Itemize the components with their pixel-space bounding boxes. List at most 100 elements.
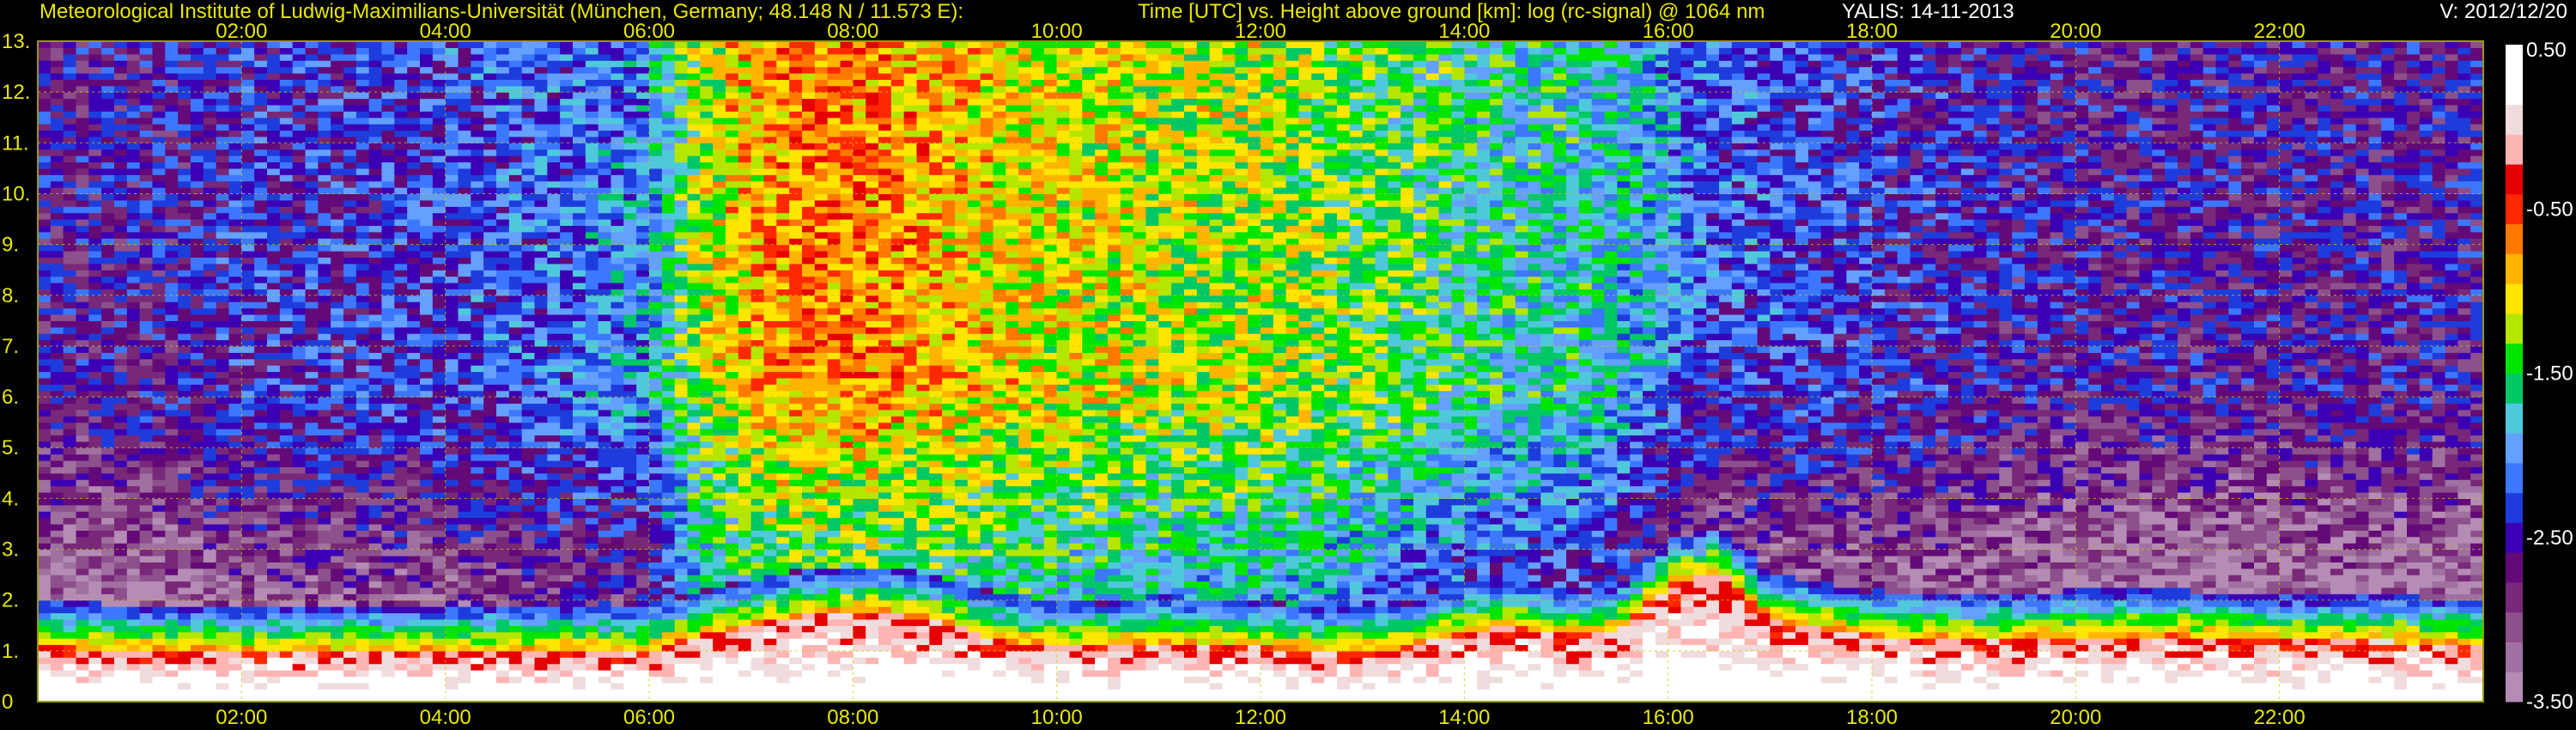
- heatmap-cell: [101, 441, 115, 448]
- heatmap-cell: [203, 352, 217, 360]
- heatmap-cell: [534, 206, 548, 214]
- heatmap-cell: [483, 53, 497, 61]
- heatmap-cell: [101, 174, 115, 182]
- heatmap-cell: [560, 663, 574, 671]
- heatmap-cell: [636, 447, 650, 455]
- heatmap-cell: [292, 543, 307, 551]
- heatmap-cell: [191, 523, 204, 531]
- heatmap-cell: [623, 47, 637, 55]
- heatmap-cell: [636, 333, 650, 341]
- heatmap-cell: [420, 180, 434, 188]
- heatmap-cell: [394, 289, 408, 296]
- heatmap-cell: [394, 390, 408, 398]
- heatmap-cell: [267, 313, 281, 321]
- heatmap-cell: [241, 663, 255, 671]
- heatmap-cell: [407, 193, 421, 201]
- heatmap-cell: [114, 301, 128, 309]
- heatmap-cell: [241, 575, 255, 582]
- heatmap-cell: [203, 295, 217, 302]
- heatmap-cell: [228, 599, 242, 607]
- heatmap-cell: [152, 276, 166, 283]
- heatmap-cell: [267, 498, 281, 506]
- heatmap-cell: [534, 149, 548, 156]
- heatmap-cell: [165, 441, 179, 448]
- heatmap-cell: [483, 320, 497, 328]
- heatmap-cell: [254, 657, 268, 665]
- heatmap-cell: [355, 187, 370, 195]
- heatmap-cell: [88, 631, 102, 639]
- heatmap-cell: [445, 575, 459, 582]
- heatmap-cell: [178, 219, 191, 227]
- heatmap-cell: [355, 409, 370, 417]
- heatmap-cell: [560, 441, 574, 448]
- heatmap-cell: [114, 339, 128, 347]
- heatmap-cell: [458, 251, 471, 258]
- heatmap-cell: [88, 149, 102, 156]
- heatmap-cell: [521, 517, 536, 525]
- heatmap-cell: [101, 530, 115, 538]
- heatmap-cell: [343, 225, 357, 233]
- heatmap-cell: [228, 92, 242, 100]
- heatmap-cell: [114, 638, 128, 646]
- heatmap-cell: [623, 562, 637, 569]
- heatmap-cell: [305, 466, 319, 474]
- heatmap-cell: [573, 409, 586, 417]
- heatmap-cell: [560, 92, 574, 100]
- heatmap-cell: [279, 479, 294, 487]
- heatmap-cell: [458, 606, 471, 614]
- heatmap-cell: [50, 549, 64, 557]
- heatmap-cell: [496, 339, 510, 347]
- heatmap-cell: [178, 174, 191, 182]
- heatmap-cell: [216, 295, 230, 302]
- heatmap-cell: [88, 339, 102, 347]
- heatmap-cell: [611, 187, 624, 195]
- heatmap-cell: [165, 92, 179, 100]
- heatmap-cell: [496, 498, 510, 506]
- heatmap-cell: [573, 479, 586, 487]
- heatmap-cell: [114, 682, 128, 690]
- heatmap-cell: [368, 130, 383, 137]
- heatmap-cell: [343, 187, 357, 195]
- heatmap-cell: [114, 575, 128, 582]
- heatmap-cell: [432, 568, 447, 575]
- heatmap-cell: [292, 453, 307, 461]
- heatmap-cell: [483, 599, 497, 607]
- heatmap-cell: [355, 301, 370, 309]
- heatmap-cell: [534, 199, 548, 207]
- heatmap-cell: [139, 491, 154, 499]
- heatmap-cell: [203, 575, 217, 582]
- heatmap-cell: [432, 638, 447, 646]
- heatmap-cell: [636, 180, 650, 188]
- heatmap-cell: [496, 638, 510, 646]
- heatmap-cell: [101, 435, 115, 442]
- heatmap-cell: [139, 682, 154, 690]
- heatmap-cell: [305, 485, 319, 493]
- heatmap-cell: [139, 650, 154, 658]
- heatmap-cell: [318, 219, 331, 227]
- heatmap-cell: [305, 358, 319, 366]
- heatmap-cell: [508, 460, 523, 468]
- heatmap-cell: [139, 320, 154, 328]
- heatmap-cell: [355, 326, 370, 334]
- heatmap-cell: [216, 333, 230, 341]
- heatmap-cell: [114, 60, 128, 68]
- heatmap-cell: [254, 562, 268, 569]
- heatmap-cell: [623, 155, 637, 163]
- heatmap-cell: [228, 333, 242, 341]
- heatmap-cell: [573, 92, 586, 100]
- heatmap-cell: [267, 422, 281, 429]
- heatmap-cell: [114, 199, 128, 207]
- heatmap-cell: [267, 657, 281, 665]
- heatmap-cell: [508, 60, 523, 68]
- heatmap-cell: [50, 136, 64, 143]
- heatmap-cell: [368, 313, 383, 321]
- heatmap-cell: [458, 358, 471, 366]
- heatmap-cell: [50, 143, 64, 150]
- heatmap-cell: [381, 219, 395, 227]
- heatmap-cell: [343, 397, 357, 405]
- heatmap-cell: [636, 663, 650, 671]
- heatmap-cell: [203, 676, 217, 684]
- heatmap-cell: [331, 352, 344, 360]
- heatmap-cell: [343, 517, 357, 525]
- heatmap-cell: [483, 371, 497, 379]
